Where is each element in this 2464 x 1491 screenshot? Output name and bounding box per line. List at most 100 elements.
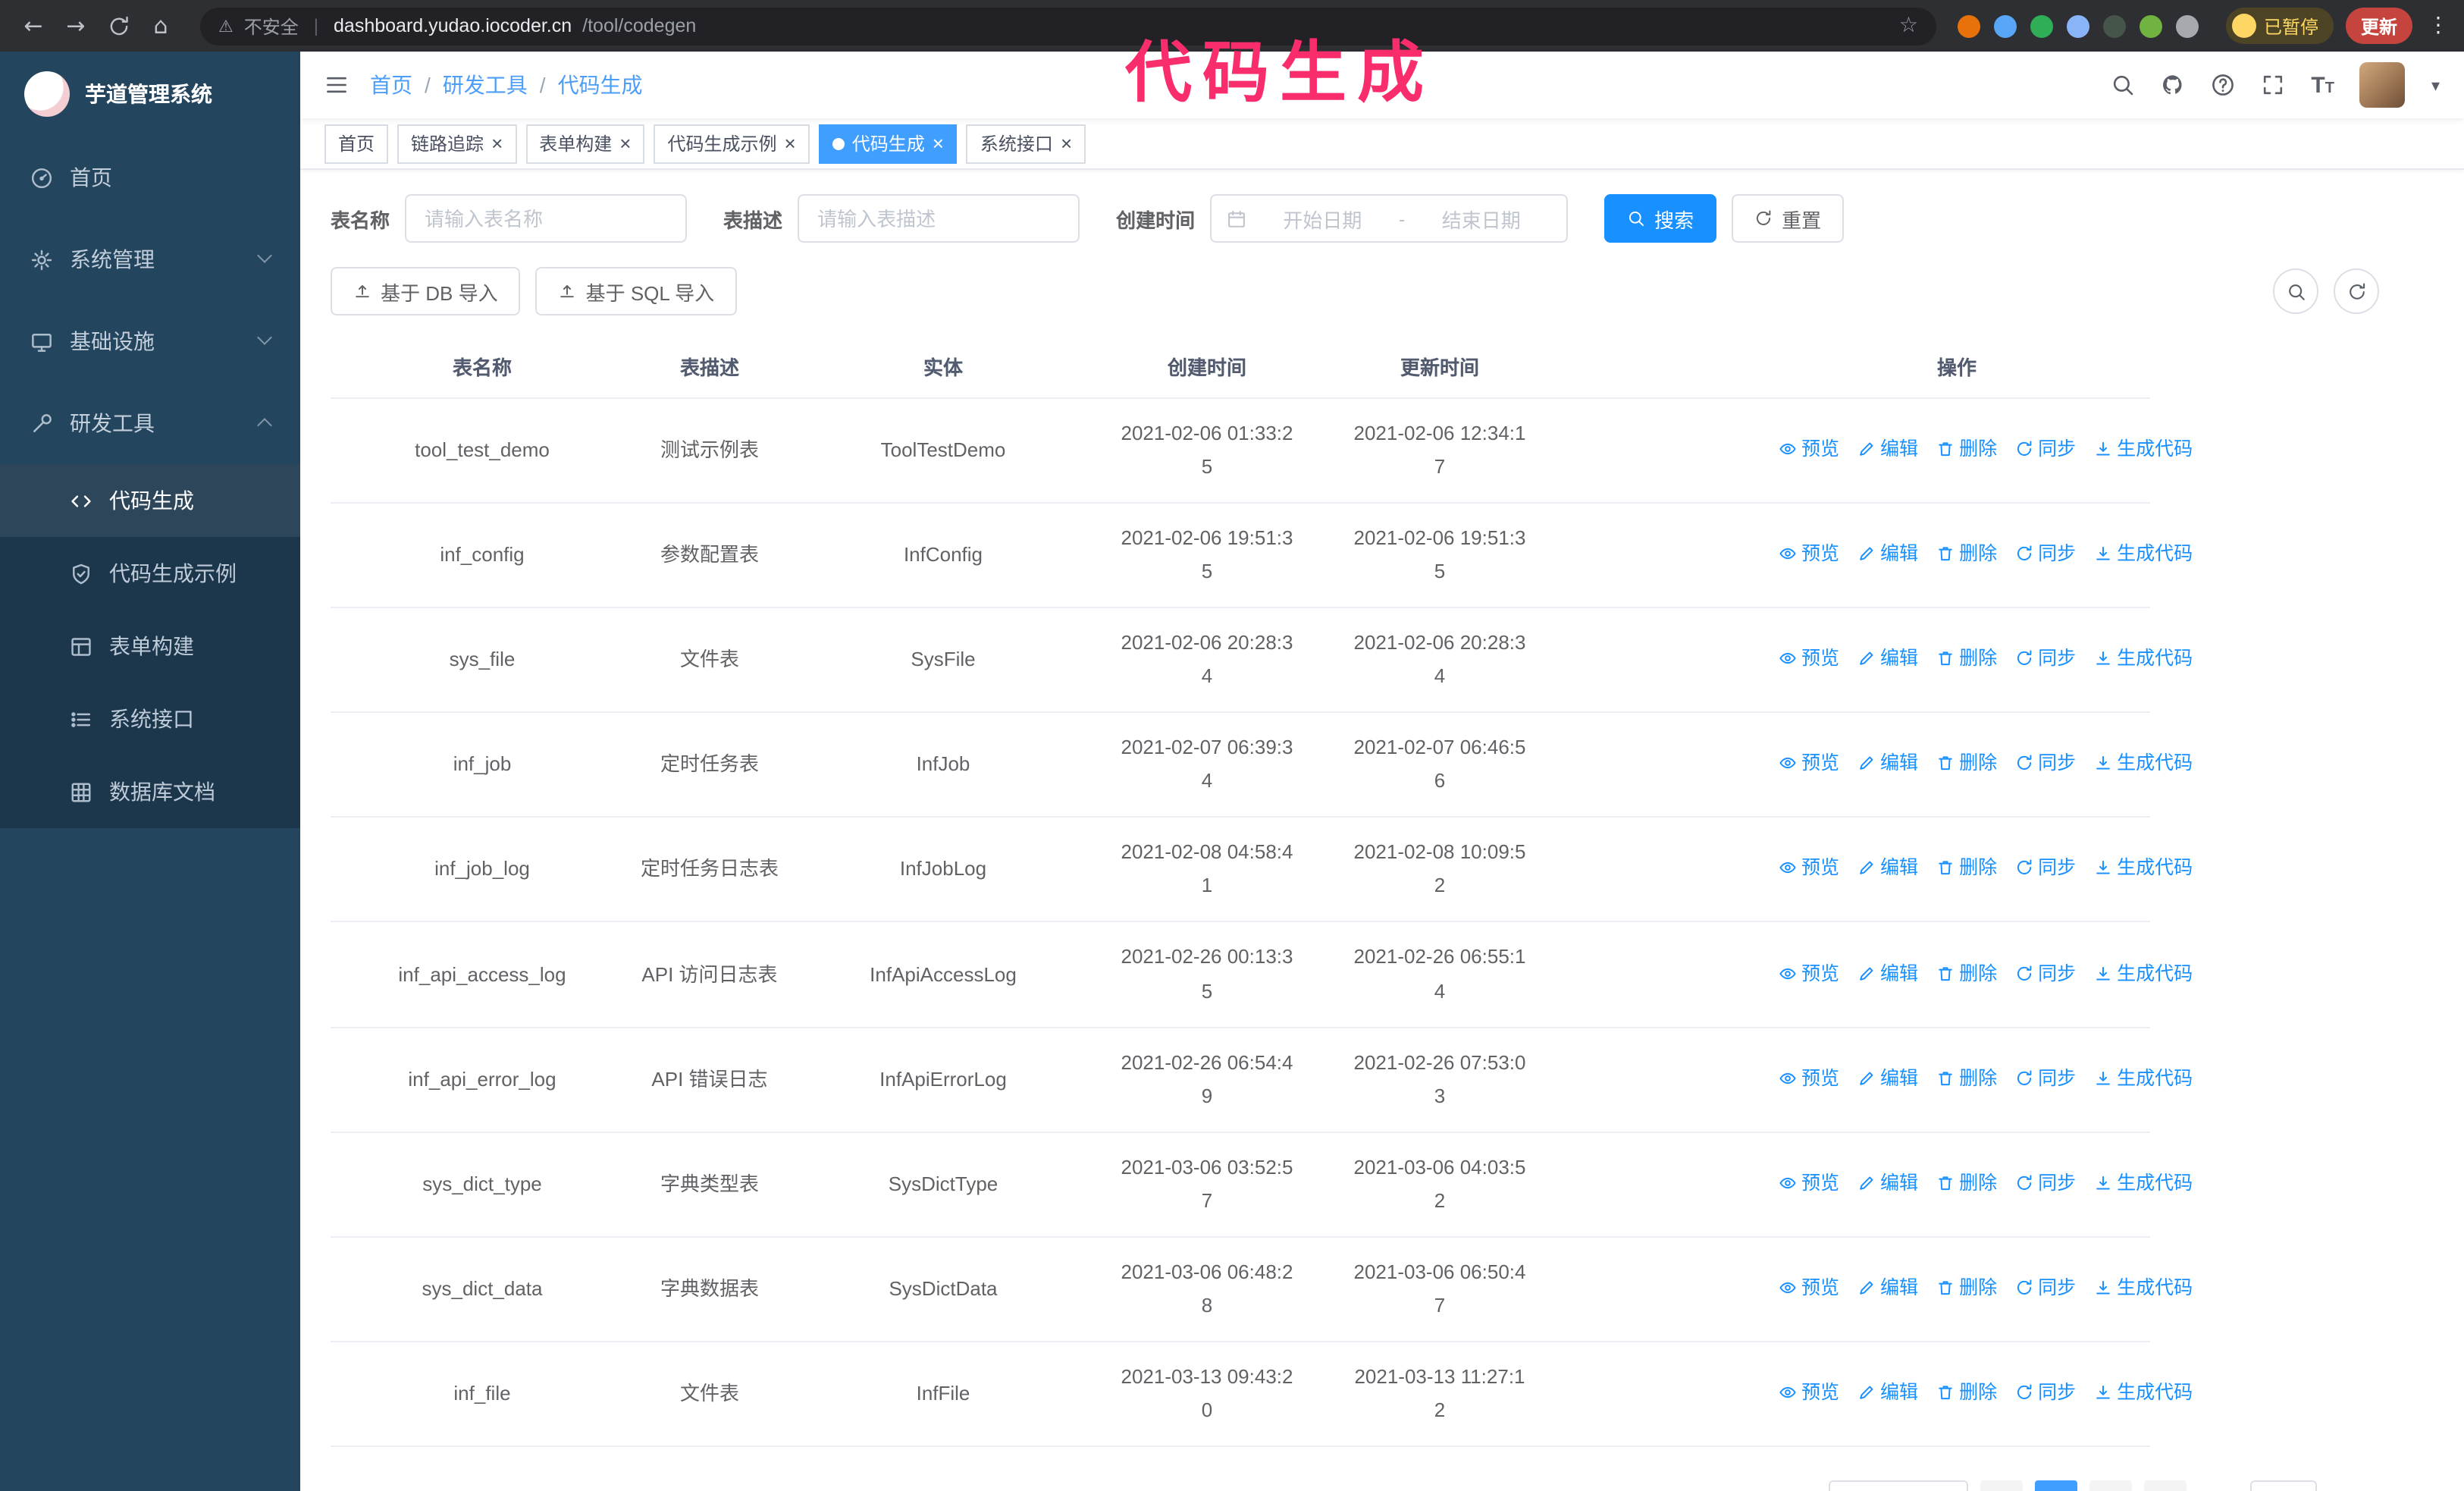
delete-link[interactable]: 删除 [1936, 748, 1997, 778]
preview-link[interactable]: 预览 [1779, 1273, 1839, 1303]
preview-link[interactable]: 预览 [1779, 433, 1839, 463]
tab[interactable]: 代码生成 × [818, 124, 958, 163]
breadcrumb-item[interactable]: 研发工具 [443, 70, 528, 100]
generate-code-link[interactable]: 生成代码 [2094, 1168, 2193, 1198]
generate-code-link[interactable]: 生成代码 [2094, 748, 2193, 778]
sidebar-subitem[interactable]: 系统接口 [0, 683, 300, 755]
update-button[interactable]: 更新 [2345, 8, 2412, 44]
people-extension[interactable] [2066, 14, 2089, 37]
preview-link[interactable]: 预览 [1779, 643, 1839, 673]
search-icon[interactable] [2111, 73, 2135, 97]
edit-link[interactable]: 编辑 [1857, 1378, 1918, 1408]
sync-link[interactable]: 同步 [2015, 1168, 2076, 1198]
url-bar[interactable]: ⚠ 不安全 | dashboard.yudao.iocoder.cn/tool/… [200, 7, 1936, 45]
sidebar-item[interactable]: 研发工具 [0, 382, 300, 464]
tab-close-icon[interactable]: × [933, 133, 944, 153]
sync-link[interactable]: 同步 [2015, 433, 2076, 463]
user-caret-icon[interactable]: ▾ [2431, 75, 2440, 95]
reload-icon[interactable] [100, 8, 136, 44]
sidebar-item[interactable]: 系统管理 [0, 218, 300, 300]
sync-link[interactable]: 同步 [2015, 643, 2076, 673]
bookmark-star-icon[interactable]: ☆ [1899, 14, 1918, 38]
edit-link[interactable]: 编辑 [1857, 853, 1918, 884]
logo[interactable]: 芋道管理系统 [0, 52, 300, 137]
end-date-placeholder[interactable]: 结束日期 [1411, 204, 1551, 233]
tab[interactable]: 代码生成示例 × [654, 124, 810, 163]
font-size-icon[interactable]: TT [2311, 74, 2334, 96]
generate-code-link[interactable]: 生成代码 [2094, 1063, 2193, 1093]
github-icon[interactable] [2161, 73, 2185, 97]
delete-link[interactable]: 删除 [1936, 643, 1997, 673]
next-page-button[interactable]: › [2143, 1480, 2187, 1491]
sidebar-subitem[interactable]: 表单构建 [0, 610, 300, 683]
goto-page-input[interactable] [2249, 1480, 2317, 1491]
table-desc-input[interactable] [798, 194, 1080, 243]
refresh-table-button[interactable] [2334, 268, 2379, 314]
sync-link[interactable]: 同步 [2015, 958, 2076, 988]
delete-link[interactable]: 删除 [1936, 958, 1997, 988]
generate-code-link[interactable]: 生成代码 [2094, 958, 2193, 988]
preview-link[interactable]: 预览 [1779, 1168, 1839, 1198]
delete-link[interactable]: 删除 [1936, 1378, 1997, 1408]
sidebar-subitem[interactable]: 代码生成 [0, 464, 300, 537]
search-button[interactable]: 搜索 [1604, 194, 1717, 243]
drop-extension[interactable] [1993, 14, 2017, 37]
sync-link[interactable]: 同步 [2015, 1378, 2076, 1408]
reset-button[interactable]: 重置 [1732, 194, 1845, 243]
delete-link[interactable]: 删除 [1936, 1168, 1997, 1198]
edit-link[interactable]: 编辑 [1857, 643, 1918, 673]
generate-code-link[interactable]: 生成代码 [2094, 853, 2193, 884]
badge-extension[interactable] [2102, 14, 2126, 37]
sidebar-item[interactable]: 基础设施 [0, 300, 300, 382]
tab-close-icon[interactable]: × [491, 133, 503, 153]
fullscreen-icon[interactable] [2261, 73, 2285, 97]
check-extension[interactable] [2030, 14, 2053, 37]
delete-link[interactable]: 删除 [1936, 853, 1997, 884]
edit-link[interactable]: 编辑 [1857, 748, 1918, 778]
generate-code-link[interactable]: 生成代码 [2094, 643, 2193, 673]
delete-link[interactable]: 删除 [1936, 433, 1997, 463]
paw-extension[interactable] [2139, 14, 2162, 37]
edit-link[interactable]: 编辑 [1857, 538, 1918, 569]
import-sql-button[interactable]: 基于 SQL 导入 [535, 267, 738, 315]
table-name-input[interactable] [405, 194, 688, 243]
edit-link[interactable]: 编辑 [1857, 1168, 1918, 1198]
tab-close-icon[interactable]: × [619, 133, 631, 153]
breadcrumb-item[interactable]: 首页 [370, 70, 412, 100]
generate-code-link[interactable]: 生成代码 [2094, 1273, 2193, 1303]
preview-link[interactable]: 预览 [1779, 748, 1839, 778]
puzzle-extension[interactable] [2175, 14, 2199, 37]
delete-link[interactable]: 删除 [1936, 1063, 1997, 1093]
sync-link[interactable]: 同步 [2015, 1063, 2076, 1093]
tab[interactable]: 表单构建 × [525, 124, 645, 163]
back-icon[interactable]: ← [15, 8, 52, 44]
generate-code-link[interactable]: 生成代码 [2094, 433, 2193, 463]
page-size-select[interactable]: 10条/页 ▾ [1828, 1480, 1968, 1491]
date-range-picker[interactable]: 开始日期 - 结束日期 [1210, 194, 1569, 243]
sidebar-item[interactable]: 首页 [0, 137, 300, 218]
fox-extension[interactable] [1957, 14, 1980, 37]
tab-close-icon[interactable]: × [1061, 133, 1072, 153]
sidebar-subitem[interactable]: 代码生成示例 [0, 537, 300, 610]
edit-link[interactable]: 编辑 [1857, 433, 1918, 463]
sync-link[interactable]: 同步 [2015, 748, 2076, 778]
breadcrumb-item[interactable]: 代码生成 [558, 70, 643, 100]
sync-link[interactable]: 同步 [2015, 538, 2076, 569]
tab[interactable]: 首页 [324, 124, 389, 163]
help-icon[interactable] [2211, 73, 2235, 97]
edit-link[interactable]: 编辑 [1857, 958, 1918, 988]
page-button[interactable]: 1 [2034, 1480, 2077, 1491]
import-db-button[interactable]: 基于 DB 导入 [331, 267, 521, 315]
tab[interactable]: 系统接口 × [966, 124, 1086, 163]
preview-link[interactable]: 预览 [1779, 538, 1839, 569]
collapse-sidebar-icon[interactable] [324, 73, 349, 97]
start-date-placeholder[interactable]: 开始日期 [1252, 204, 1393, 233]
delete-link[interactable]: 删除 [1936, 538, 1997, 569]
tab[interactable]: 链路追踪 × [397, 124, 517, 163]
toggle-search-button[interactable] [2273, 268, 2318, 314]
preview-link[interactable]: 预览 [1779, 853, 1839, 884]
edit-link[interactable]: 编辑 [1857, 1273, 1918, 1303]
sidebar-subitem[interactable]: 数据库文档 [0, 755, 300, 828]
home-icon[interactable]: ⌂ [143, 8, 179, 44]
prev-page-button[interactable]: ‹ [1980, 1480, 2023, 1491]
